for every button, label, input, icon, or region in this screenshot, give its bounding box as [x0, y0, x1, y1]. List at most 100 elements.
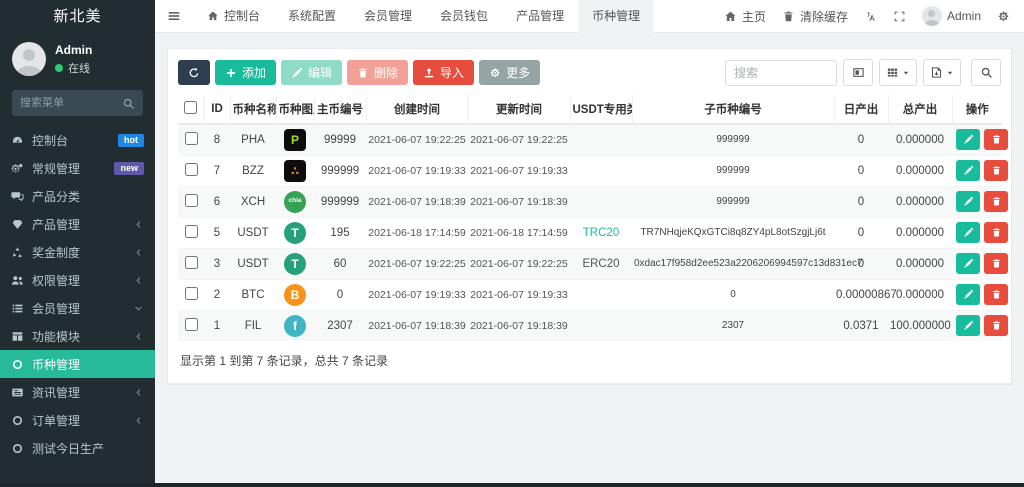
- refresh-button[interactable]: [178, 60, 210, 85]
- search-icon: [980, 66, 993, 79]
- column-header[interactable]: 子币种编号: [631, 95, 834, 125]
- sidebar-item-general[interactable]: 常规管理 new: [0, 154, 155, 182]
- delete-row-button[interactable]: [984, 253, 1008, 274]
- sidebar-item-coin[interactable]: 币种管理: [0, 350, 155, 378]
- expand-icon: [893, 10, 906, 23]
- delete-row-button[interactable]: [984, 191, 1008, 212]
- sidebar-item-bonus[interactable]: 奖金制度: [0, 238, 155, 266]
- select-all-checkbox[interactable]: [184, 101, 198, 114]
- coin-table-card: 添加 编辑 删除 导入 更多 ID币种名称币种图片主币编号创建时间更新时间USDT专用类…: [167, 48, 1012, 384]
- edit-row-button[interactable]: [956, 191, 980, 212]
- row-checkbox[interactable]: [184, 193, 198, 207]
- edit-row-button[interactable]: [956, 129, 980, 151]
- column-header[interactable]: ID: [203, 95, 230, 125]
- table-row: 3 USDT T 60 2021-06-07 19:22:25 2021-06-07 19…: [178, 247, 1008, 279]
- delete-button[interactable]: 删除: [347, 60, 409, 85]
- cell-sub-coin-no: TR7NHqjeKQxGTCi8q8ZY4pL8otSzgjLj6t: [632, 216, 834, 248]
- columns-button[interactable]: [879, 59, 917, 86]
- cell-total-output: 100.000000: [888, 309, 952, 341]
- trash-icon: [357, 67, 369, 79]
- sidebar-item-member[interactable]: 会员管理: [0, 294, 155, 322]
- chevron-left-icon: [133, 219, 144, 230]
- column-header[interactable]: 更新时间: [467, 95, 570, 125]
- sidebar-search-input[interactable]: [20, 97, 122, 109]
- hamburger-menu-icon[interactable]: [155, 0, 193, 33]
- user-name: Admin: [55, 42, 93, 57]
- row-checkbox[interactable]: [184, 286, 198, 300]
- edit-row-button[interactable]: [956, 284, 980, 305]
- tab-member-manage[interactable]: 会员管理: [350, 0, 426, 33]
- chevron-left-icon: [133, 415, 144, 426]
- tab-coin-manage[interactable]: 币种管理: [578, 0, 655, 33]
- export-button[interactable]: [923, 59, 961, 86]
- row-checkbox[interactable]: [184, 131, 198, 145]
- cell-total-output: 0.000000: [888, 154, 952, 186]
- sidebar-item-module[interactable]: 功能模块: [0, 322, 155, 350]
- cell-daily-output: 0: [834, 123, 888, 155]
- sidebar-item-product[interactable]: 产品管理: [0, 210, 155, 238]
- sidebar-item-dashboard[interactable]: 控制台 hot: [0, 126, 155, 154]
- row-checkbox[interactable]: [184, 255, 198, 269]
- cell-coin-image: ∴: [276, 154, 314, 186]
- edit-row-button[interactable]: [956, 315, 980, 337]
- add-button[interactable]: 添加: [215, 60, 277, 85]
- column-header[interactable]: 币种名称: [229, 95, 276, 125]
- tab-label: 会员钱包: [440, 8, 489, 23]
- tab-dashboard[interactable]: 控制台: [193, 0, 274, 33]
- cell-updated-time: 2021-06-07 19:22:25: [468, 247, 570, 279]
- delete-row-button[interactable]: [984, 160, 1008, 181]
- tab-product-manage[interactable]: 产品管理: [502, 0, 578, 33]
- column-header[interactable]: 总产出: [887, 95, 952, 125]
- sidebar-item-news[interactable]: 资讯管理: [0, 378, 155, 406]
- sidebar-item-test-today[interactable]: 测试今日生产: [0, 434, 155, 462]
- column-header[interactable]: 主币编号: [313, 95, 366, 125]
- search-button[interactable]: [971, 59, 1001, 86]
- avatar: [921, 6, 942, 26]
- translate-button[interactable]: [864, 10, 877, 23]
- import-button[interactable]: 导入: [413, 60, 475, 85]
- cell-operations: [952, 185, 1008, 217]
- delete-row-button[interactable]: [984, 222, 1008, 243]
- sidebar-item-permission[interactable]: 权限管理: [0, 266, 155, 294]
- column-header[interactable]: 币种图片: [275, 95, 314, 125]
- tab-member-wallet[interactable]: 会员钱包: [426, 0, 502, 33]
- clear-cache-button[interactable]: 清除缓存: [782, 8, 848, 25]
- table-search-input[interactable]: [725, 59, 837, 86]
- cell-operations: [952, 309, 1008, 341]
- column-header[interactable]: 日产出: [833, 95, 888, 125]
- edit-row-button[interactable]: [956, 160, 980, 181]
- tab-system-config[interactable]: 系统配置: [274, 0, 350, 33]
- delete-row-button[interactable]: [984, 284, 1008, 305]
- edit-row-button[interactable]: [956, 222, 980, 243]
- sidebar-search: [12, 90, 143, 116]
- edit-row-button[interactable]: [956, 253, 980, 274]
- row-checkbox[interactable]: [184, 224, 198, 238]
- column-header[interactable]: USDT专用类型: [569, 95, 632, 125]
- fullscreen-button[interactable]: [893, 10, 906, 23]
- main-content: 添加 编辑 删除 导入 更多 ID币种名称币种图片主币编号创建时间更新时间USDT专用类…: [155, 34, 1024, 487]
- usdt-coin-icon: T: [284, 252, 306, 275]
- toggle-view-button[interactable]: [843, 59, 873, 86]
- more-button[interactable]: 更多: [479, 60, 541, 85]
- cell-coin-image: T: [276, 247, 314, 279]
- cell-sub-coin-no: 999999: [632, 185, 834, 217]
- sidebar-item-category[interactable]: 产品分类: [0, 182, 155, 210]
- column-header[interactable]: 创建时间: [365, 95, 468, 125]
- settings-button[interactable]: [997, 10, 1010, 23]
- row-checkbox[interactable]: [184, 317, 198, 331]
- delete-row-button[interactable]: [984, 315, 1008, 337]
- delete-row-button[interactable]: [984, 129, 1008, 151]
- edit-button[interactable]: 编辑: [281, 60, 343, 85]
- table-row: 2 BTC B 0 2021-06-07 19:19:33 2021-06-07 19:1…: [178, 278, 1008, 310]
- row-checkbox[interactable]: [184, 162, 198, 176]
- cell-total-output: 0.000000: [888, 185, 952, 217]
- column-header[interactable]: 操作: [951, 95, 1002, 125]
- home-link[interactable]: 主页: [724, 8, 766, 25]
- tab-label: 币种管理: [592, 8, 641, 23]
- sidebar-item-order[interactable]: 订单管理: [0, 406, 155, 434]
- user-menu[interactable]: Admin: [921, 6, 981, 26]
- coin-table: ID币种名称币种图片主币编号创建时间更新时间USDT专用类型子币种编号日产出总产…: [178, 95, 1008, 341]
- cell-operations: [952, 247, 1008, 279]
- button-label: 导入: [440, 66, 465, 80]
- search-icon[interactable]: [122, 97, 135, 110]
